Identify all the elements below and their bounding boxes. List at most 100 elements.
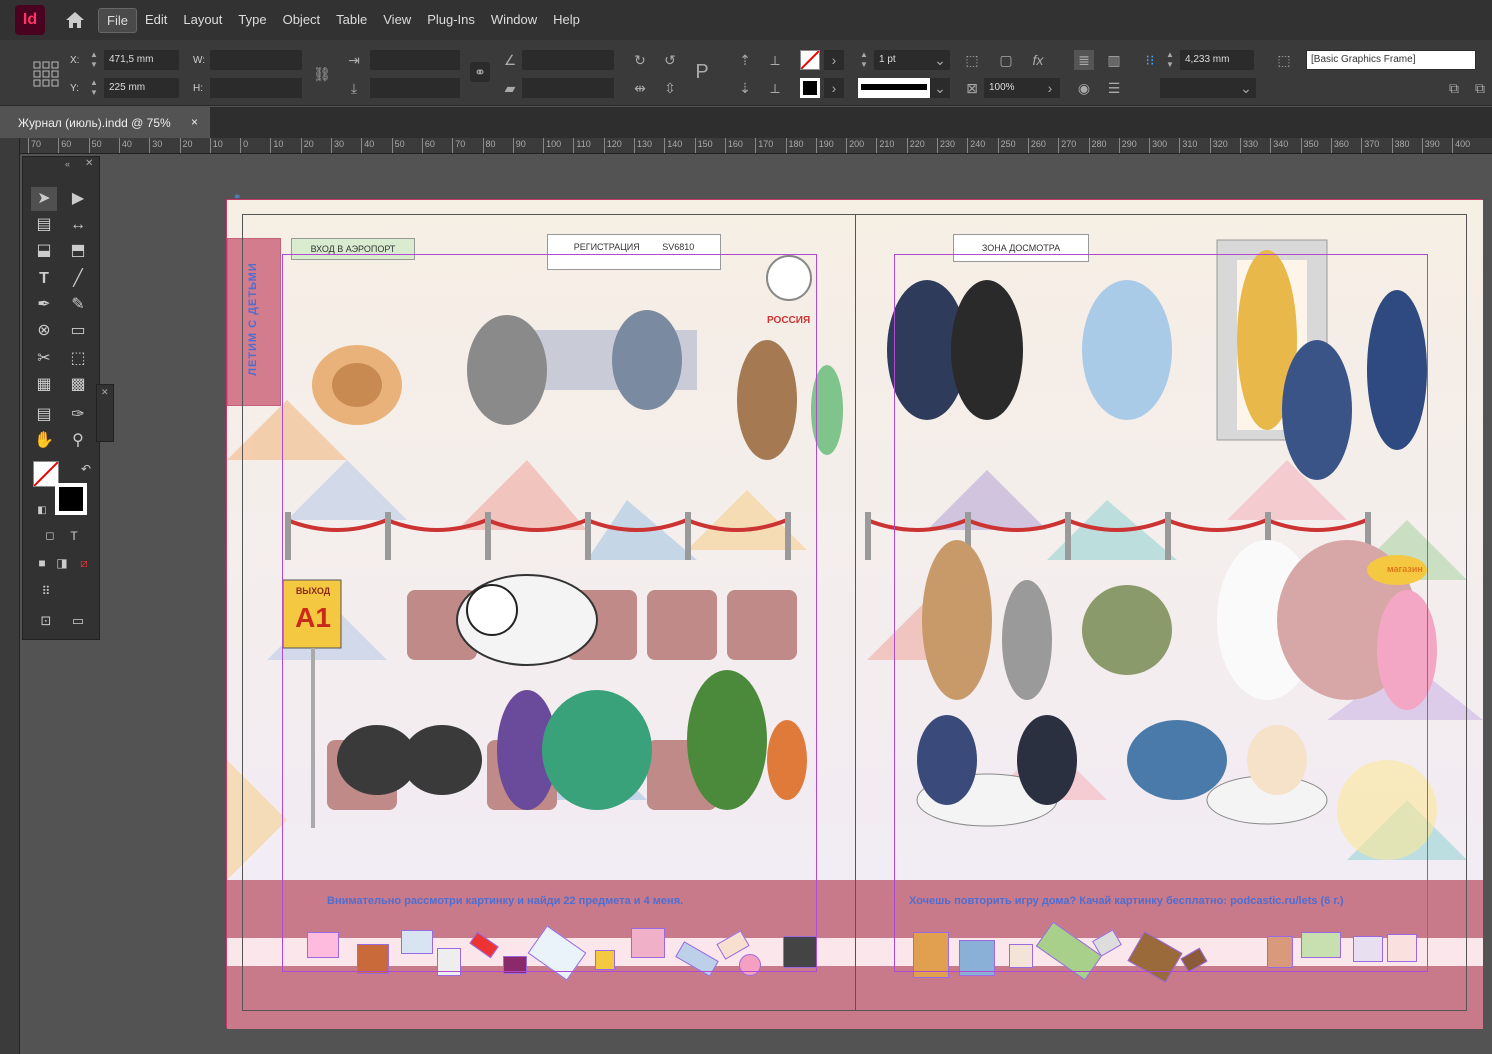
rotate-angle-icon[interactable]: ∠ bbox=[500, 50, 520, 70]
scale-y-icon[interactable]: ⤓ bbox=[344, 78, 364, 98]
apply-none-icon[interactable]: ⧄ bbox=[71, 551, 97, 575]
frame-shape-icon[interactable]: ▢ bbox=[996, 50, 1016, 70]
find-object-frame[interactable] bbox=[1387, 934, 1417, 962]
ellipse-frame-tool-icon[interactable]: ⊗ bbox=[31, 319, 57, 343]
direct-selection-tool-icon[interactable]: ▶ bbox=[65, 187, 91, 211]
find-object-frame[interactable] bbox=[913, 932, 949, 978]
zoom-tool-icon[interactable]: ⚲ bbox=[65, 429, 91, 453]
menu-plugins[interactable]: Plug-Ins bbox=[419, 8, 483, 33]
w-field[interactable] bbox=[210, 50, 302, 70]
opacity-field[interactable]: 100% bbox=[984, 78, 1040, 98]
scale-x-icon[interactable]: ⇥ bbox=[344, 50, 364, 70]
close-panel-icon[interactable]: ✕ bbox=[85, 158, 93, 169]
offset-field[interactable]: 4,233 mm bbox=[1180, 50, 1254, 70]
rotate-ccw-icon[interactable]: ↺ bbox=[660, 50, 680, 70]
find-object-frame[interactable] bbox=[959, 940, 995, 976]
rectangle-tool-icon[interactable]: ▭ bbox=[65, 319, 91, 343]
find-object-frame[interactable] bbox=[783, 936, 817, 968]
page-spread[interactable]: ВХОД В АЭРОПОРТ РЕГИСТРАЦИЯ SV6810 ЗОНА … bbox=[226, 199, 1483, 1029]
gradient-feather-tool-icon[interactable]: ▩ bbox=[65, 373, 91, 397]
type-tool-icon[interactable]: T bbox=[31, 267, 57, 291]
menu-view[interactable]: View bbox=[375, 8, 419, 33]
home-icon[interactable] bbox=[60, 5, 90, 35]
panel-menu-icon[interactable]: ⧉ bbox=[1470, 78, 1490, 98]
h-field[interactable] bbox=[210, 78, 302, 98]
document-tab[interactable]: Журнал (июль).indd @ 75% × bbox=[0, 107, 210, 138]
shear-field[interactable] bbox=[522, 78, 614, 98]
reference-point-icon[interactable] bbox=[32, 60, 60, 88]
page-tool-icon[interactable]: ▤ bbox=[31, 213, 57, 237]
link-icon[interactable]: ⚭ bbox=[470, 62, 490, 82]
pen-tool-icon[interactable]: ✒ bbox=[31, 293, 57, 317]
flip-horizontal-icon[interactable]: ⇹ bbox=[630, 78, 650, 98]
stroke-weight-dropdown-icon[interactable]: ⌄ bbox=[930, 50, 950, 70]
vertical-ruler[interactable] bbox=[0, 138, 20, 1054]
rotate-cw-icon[interactable]: ↻ bbox=[630, 50, 650, 70]
stroke-dropdown-icon[interactable]: › bbox=[824, 78, 844, 98]
secondary-dropdown-icon[interactable]: ⌄ bbox=[1236, 78, 1256, 98]
select-previous-icon[interactable]: ⟂ bbox=[765, 50, 785, 70]
menu-table[interactable]: Table bbox=[328, 8, 375, 33]
find-object-frame[interactable] bbox=[595, 950, 615, 970]
menu-window[interactable]: Window bbox=[483, 8, 545, 33]
find-object-frame[interactable] bbox=[739, 954, 761, 976]
constrain-proportions-icon[interactable]: ⛓ bbox=[312, 64, 332, 84]
x-spinner[interactable]: ▲ ▼ bbox=[88, 50, 100, 70]
fill-swatch[interactable] bbox=[800, 50, 820, 70]
stroke-swatch[interactable] bbox=[800, 78, 820, 98]
find-object-frame[interactable] bbox=[1267, 936, 1293, 968]
formatting-container-icon[interactable]: ◻ bbox=[37, 524, 63, 548]
menu-edit[interactable]: Edit bbox=[137, 8, 175, 33]
effects-icon[interactable]: fx bbox=[1028, 50, 1048, 70]
scale-y-field[interactable] bbox=[370, 78, 460, 98]
frame-link-icon[interactable]: ⚭ bbox=[233, 192, 249, 204]
offset-spinner[interactable]: ▲ ▼ bbox=[1164, 50, 1176, 70]
y-spinner[interactable]: ▲ ▼ bbox=[88, 78, 100, 98]
content-placer-icon[interactable]: ⬒ bbox=[65, 239, 91, 263]
default-colors-icon[interactable]: ◧ bbox=[29, 499, 55, 523]
hand-tool-icon[interactable]: ✋ bbox=[31, 429, 57, 453]
line-tool-icon[interactable]: ╱ bbox=[65, 267, 91, 291]
find-object-frame[interactable] bbox=[1353, 936, 1383, 962]
text-wrap-bbox-icon[interactable]: ▥ bbox=[1104, 50, 1124, 70]
corner-options-icon[interactable]: ⬚ bbox=[962, 50, 982, 70]
opacity-arrow-icon[interactable]: › bbox=[1040, 78, 1060, 98]
find-object-frame[interactable] bbox=[401, 930, 433, 954]
find-object-frame[interactable] bbox=[631, 928, 665, 958]
menu-layout[interactable]: Layout bbox=[175, 8, 230, 33]
view-mode-icon[interactable]: ▭ bbox=[65, 609, 91, 633]
stroke-weight-field[interactable]: 1 pt bbox=[874, 50, 930, 70]
stroke-weight-spinner[interactable]: ▲ ▼ bbox=[858, 50, 870, 70]
menu-help[interactable]: Help bbox=[545, 8, 588, 33]
fill-dropdown-icon[interactable]: › bbox=[824, 50, 844, 70]
vertical-title-box[interactable]: ЛЕТИМ С ДЕТЬМИ bbox=[227, 238, 281, 406]
stroke-type-dropdown-icon[interactable]: ⌄ bbox=[930, 78, 950, 98]
find-object-frame[interactable] bbox=[357, 944, 389, 974]
eyedropper-tool-icon[interactable]: ✑ bbox=[65, 403, 91, 427]
stroke-type-field[interactable] bbox=[858, 78, 930, 98]
y-field[interactable]: 225 mm bbox=[104, 78, 179, 98]
quick-apply-icon[interactable]: ⧉ bbox=[1444, 78, 1464, 98]
swap-colors-icon[interactable]: ↶ bbox=[73, 457, 99, 481]
menu-object[interactable]: Object bbox=[275, 8, 329, 33]
select-content-icon[interactable]: ⇣ bbox=[735, 78, 755, 98]
gpu-icon[interactable]: ⠿ bbox=[33, 579, 59, 603]
collapse-panel-icon[interactable]: « bbox=[65, 159, 70, 169]
find-object-frame[interactable] bbox=[503, 956, 527, 974]
flip-vertical-icon[interactable]: ⇳ bbox=[660, 78, 680, 98]
secondary-field[interactable] bbox=[1160, 78, 1238, 98]
object-style-field[interactable]: [Basic Graphics Frame] bbox=[1306, 50, 1476, 70]
x-field[interactable]: 471,5 mm bbox=[104, 50, 179, 70]
stroke-swatch-icon[interactable] bbox=[55, 483, 87, 515]
select-next-icon[interactable]: ⟂ bbox=[765, 78, 785, 98]
selection-tool-icon[interactable]: ➤ bbox=[31, 187, 57, 211]
select-container-icon[interactable]: ⇡ bbox=[735, 50, 755, 70]
gradient-swatch-tool-icon[interactable]: ▦ bbox=[31, 373, 57, 397]
menu-file[interactable]: File bbox=[98, 7, 137, 33]
find-object-frame[interactable] bbox=[437, 948, 461, 976]
text-wrap-jump-icon[interactable]: ☰ bbox=[1104, 78, 1124, 98]
screen-mode-icon[interactable]: ⊡ bbox=[33, 609, 59, 633]
content-collector-icon[interactable]: ⬓ bbox=[31, 239, 57, 263]
find-object-frame[interactable] bbox=[307, 932, 339, 958]
text-wrap-none-icon[interactable]: ≣ bbox=[1074, 50, 1094, 70]
